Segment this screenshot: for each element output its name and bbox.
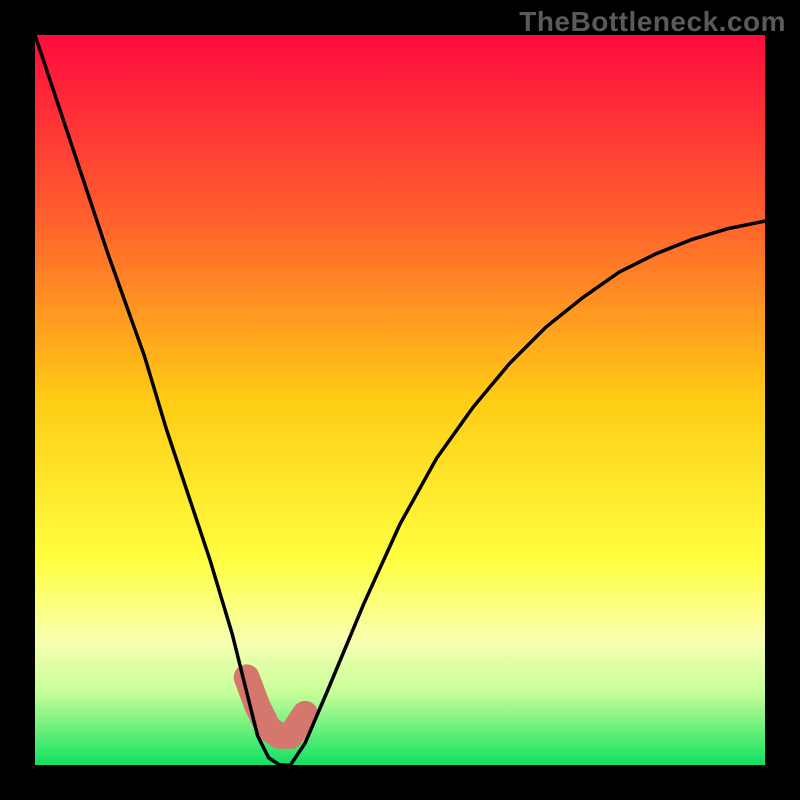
watermark-text: TheBottleneck.com [519, 6, 786, 38]
plot-background [35, 35, 765, 765]
chart-stage: TheBottleneck.com [0, 0, 800, 800]
chart-svg [0, 0, 800, 800]
